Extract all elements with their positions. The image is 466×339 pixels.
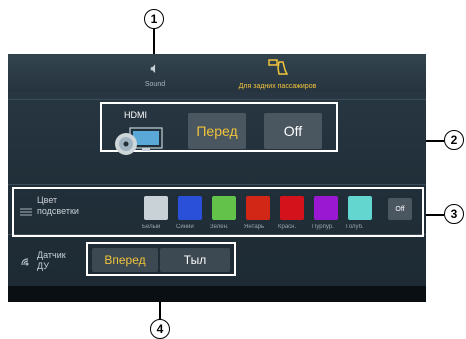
color-swatch-1[interactable] [144, 196, 168, 220]
row-divider [8, 184, 426, 185]
tab-divider [8, 99, 426, 100]
color-swatch-label: Красн. [278, 224, 297, 230]
remote-forward-button[interactable]: Вперед [92, 248, 158, 272]
color-swatch-2[interactable] [178, 196, 202, 220]
backlight-off-button[interactable]: Off [388, 198, 412, 220]
tab-sound-label: Sound [144, 81, 166, 88]
color-swatch-label: Пурпур. [312, 224, 334, 230]
color-swatch-3[interactable] [212, 196, 236, 220]
bottom-bar [8, 286, 426, 302]
callout-3-leader [424, 214, 444, 216]
color-swatch-4[interactable] [246, 196, 270, 220]
hdmi-disc-icon [112, 126, 168, 161]
callout-4: 4 [150, 319, 170, 339]
remote-rear-button[interactable]: Тыл [160, 248, 230, 272]
front-source-button[interactable]: Перед [188, 113, 246, 149]
tab-rear-passengers[interactable]: Для задних пассажиров [215, 58, 340, 90]
color-swatch-7[interactable] [348, 196, 372, 220]
backlight-label-line2: подсветки [37, 206, 79, 216]
backlight-label-line1: Цвет [37, 195, 58, 205]
source-off-button[interactable]: Off [264, 113, 322, 149]
color-swatch-label: Белый [142, 224, 161, 230]
rear-seat-icon [215, 58, 340, 83]
hdmi-source-button[interactable]: HDMI [112, 110, 172, 155]
tab-rear-passengers-label: Для задних пассажиров [238, 83, 317, 90]
callout-3: 3 [444, 204, 464, 224]
backlight-icon [20, 203, 32, 216]
remote-sensor-label-line2: ДУ [37, 261, 49, 271]
speaker-icon: 🔈︎ [150, 60, 160, 77]
remote-sensor-label-line1: Датчик [37, 250, 66, 260]
callout-1: 1 [144, 9, 164, 29]
tab-sound[interactable]: 🔈︎ Sound [130, 60, 180, 88]
color-swatch-label: Синий [176, 224, 194, 230]
hdmi-label: HDMI [124, 110, 147, 120]
color-swatch-label: Голуб. [346, 224, 364, 230]
color-swatch-label: Янтарь [244, 224, 265, 230]
color-swatch-label: Зелен. [210, 224, 229, 230]
remote-sensor-icon [20, 254, 32, 272]
color-swatch-6[interactable] [314, 196, 338, 220]
color-swatch-5[interactable] [280, 196, 304, 220]
callout-2: 2 [444, 130, 464, 150]
